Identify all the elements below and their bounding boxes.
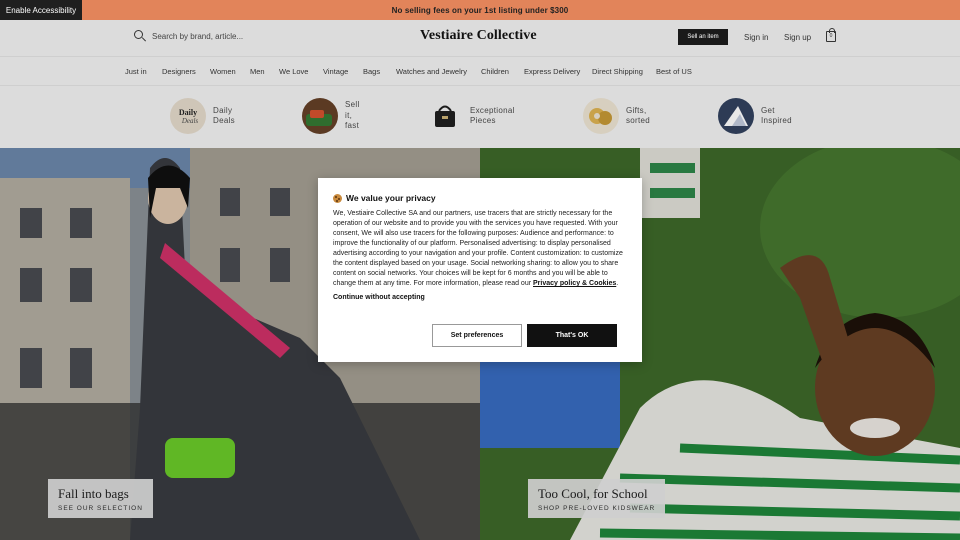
header: Vestiaire Collective Sell an item Sign i… (0, 20, 960, 56)
enable-accessibility-button[interactable]: Enable Accessibility (0, 0, 82, 20)
hero-left-caption[interactable]: Fall into bags SEE OUR SELECTION (48, 479, 153, 518)
privacy-policy-link[interactable]: Privacy policy & Cookies (533, 280, 616, 287)
nav-item[interactable]: Vintage (323, 67, 348, 76)
nav-item[interactable]: Just in (125, 67, 147, 76)
nav-item[interactable]: Best of US (656, 67, 692, 76)
search-input[interactable] (152, 31, 292, 41)
consent-title: We value your privacy (346, 193, 436, 203)
inspired-icon (718, 98, 754, 134)
search-bar[interactable] (134, 30, 292, 42)
sign-in-link[interactable]: Sign in (744, 33, 768, 42)
category-label: Exceptional Pieces (470, 105, 515, 126)
hero-right-subtitle: SHOP PRE-LOVED KIDSWEAR (538, 505, 656, 512)
category-daily-deals[interactable]: Daily Deals Daily Deals (170, 98, 235, 134)
nav-item[interactable]: We Love (279, 67, 308, 76)
hero-left-title: Fall into bags (58, 486, 129, 501)
category-label: Get Inspired (761, 105, 792, 126)
nav-item[interactable]: Watches and Jewelry (396, 67, 467, 76)
cookie-icon (333, 193, 342, 203)
nav-item[interactable]: Bags (363, 67, 380, 76)
category-exceptional[interactable]: Exceptional Pieces (427, 98, 515, 134)
logo[interactable]: Vestiaire Collective (420, 28, 537, 44)
shopping-bag-icon[interactable]: 0 (826, 28, 836, 42)
nav-item[interactable]: Direct Shipping (592, 67, 643, 76)
bag-count: 0 (829, 33, 833, 39)
continue-without-accepting-link[interactable]: Continue without accepting (333, 294, 628, 301)
sign-up-link[interactable]: Sign up (784, 33, 811, 42)
main-nav: Just in Designers Women Men We Love Vint… (0, 56, 960, 86)
hero-right-title: Too Cool, for School (538, 486, 648, 501)
svg-text:Deals: Deals (181, 117, 199, 125)
consent-dialog: We value your privacy We, Vestiaire Coll… (318, 178, 642, 362)
consent-body: We, Vestiaire Collective SA and our part… (333, 209, 628, 289)
category-label: Sell it, fast (345, 100, 360, 131)
nav-item[interactable]: Children (481, 67, 509, 76)
category-label: Daily Deals (213, 105, 235, 126)
hero-left-subtitle: SEE OUR SELECTION (58, 505, 143, 512)
exceptional-icon (427, 98, 463, 134)
consent-period: . (616, 280, 619, 287)
consent-text: We, Vestiaire Collective SA and our part… (333, 210, 623, 287)
gifts-icon (583, 98, 619, 134)
nav-item[interactable]: Women (210, 67, 236, 76)
hero-right-caption[interactable]: Too Cool, for School SHOP PRE-LOVED KIDS… (528, 479, 666, 518)
category-inspired[interactable]: Get Inspired (718, 98, 792, 134)
nav-item[interactable]: Express Delivery (524, 67, 580, 76)
consent-buttons: Set preferences That's OK (432, 324, 617, 347)
sell-icon (302, 98, 338, 134)
search-icon (134, 30, 146, 42)
nav-item[interactable]: Designers (162, 67, 196, 76)
category-strip: Daily Deals Daily Deals Sell it, fast Except… (0, 86, 960, 148)
sell-item-button[interactable]: Sell an item (678, 29, 728, 45)
svg-text:Daily: Daily (179, 108, 197, 117)
promo-text: No selling fees on your 1st listing unde… (391, 5, 569, 15)
category-sell[interactable]: Sell it, fast (302, 98, 360, 134)
accept-button[interactable]: That's OK (527, 324, 617, 347)
consent-title-row: We value your privacy (333, 193, 628, 203)
set-preferences-button[interactable]: Set preferences (432, 324, 522, 347)
nav-item[interactable]: Men (250, 67, 265, 76)
category-label: Gifts, sorted (626, 105, 651, 126)
category-gifts[interactable]: Gifts, sorted (583, 98, 650, 134)
daily-deals-icon: Daily Deals (170, 98, 206, 134)
promo-banner[interactable]: No selling fees on your 1st listing unde… (0, 0, 960, 20)
